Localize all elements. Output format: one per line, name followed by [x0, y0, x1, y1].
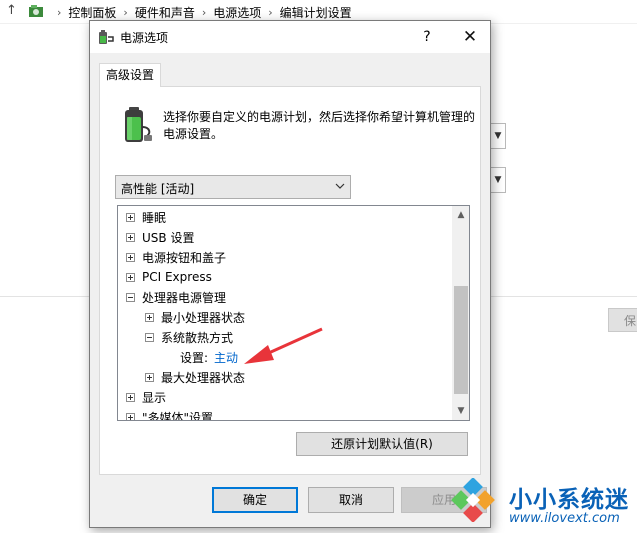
background-dropdown[interactable]: ▼: [490, 123, 506, 149]
tree-item-power-buttons[interactable]: 电源按钮和盖子: [126, 247, 226, 267]
expand-icon[interactable]: [126, 212, 135, 222]
vertical-scrollbar[interactable]: ▲ ▼: [452, 206, 469, 420]
breadcrumb-item[interactable]: 编辑计划设置: [280, 4, 352, 21]
tree-item-usb[interactable]: USB 设置: [126, 227, 194, 247]
watermark-logo-icon: [451, 478, 495, 522]
tree-item-processor-power[interactable]: 处理器电源管理: [126, 287, 226, 307]
expand-icon[interactable]: [126, 412, 135, 420]
restore-defaults-button[interactable]: 还原计划默认值(R): [296, 432, 468, 456]
title-bar[interactable]: 电源选项 ? ✕: [90, 21, 490, 53]
setting-value-link[interactable]: 主动: [214, 349, 238, 366]
tree-item-label: USB 设置: [142, 230, 195, 245]
close-button[interactable]: ✕: [452, 25, 488, 49]
scrollbar-thumb[interactable]: [454, 286, 468, 394]
power-plan-selected: 高性能 [活动]: [121, 182, 195, 196]
ok-button[interactable]: 确定: [212, 487, 298, 513]
setting-label: 设置:: [180, 350, 209, 365]
tree-item-label: 最大处理器状态: [161, 370, 246, 385]
chevron-right-icon: ›: [57, 6, 62, 19]
power-options-icon: [99, 30, 114, 44]
scroll-down-icon[interactable]: ▼: [452, 402, 469, 420]
scroll-up-icon[interactable]: ▲: [452, 206, 469, 224]
background-dropdown[interactable]: ▼: [490, 167, 506, 193]
save-button[interactable]: 保: [608, 308, 637, 332]
breadcrumb-item[interactable]: 电源选项: [213, 4, 261, 21]
tree-item-display[interactable]: 显示: [126, 387, 166, 407]
advanced-settings-panel: 选择你要自定义的电源计划，然后选择你希望计算机管理的电源设置。 高性能 [活动]…: [99, 86, 481, 475]
chevron-down-icon: ▼: [494, 131, 502, 141]
tree-item-pci-express[interactable]: PCI Express: [126, 267, 212, 287]
chevron-down-icon: [335, 183, 345, 189]
control-panel-icon: [29, 5, 43, 17]
watermark: 小小系统迷 www.ilovext.com: [447, 474, 637, 533]
tree-item-sleep[interactable]: 睡眠: [126, 207, 166, 227]
tree-item-label: 显示: [142, 390, 167, 405]
breadcrumb: › 控制面板 › 硬件和声音 › 电源选项 › 编辑计划设置: [50, 4, 352, 21]
tree-item-label: "多媒体"设置: [142, 410, 214, 421]
chevron-right-icon: ›: [268, 6, 273, 19]
description-text: 选择你要自定义的电源计划，然后选择你希望计算机管理的电源设置。: [163, 110, 476, 141]
tab-advanced-settings[interactable]: 高级设置: [99, 63, 161, 87]
expand-icon[interactable]: [126, 272, 135, 282]
breadcrumb-item[interactable]: 控制面板: [68, 4, 116, 21]
collapse-icon[interactable]: [126, 292, 135, 302]
settings-tree[interactable]: 睡眠 USB 设置 电源按钮和盖子 PCI Express 处理器电源管理 最小…: [117, 205, 470, 421]
tree-item-label: PCI Express: [142, 270, 212, 284]
tree-item-label: 最小处理器状态: [161, 310, 246, 325]
tree-item-setting[interactable]: 设置: 主动: [180, 347, 238, 367]
chevron-right-icon: ›: [123, 6, 128, 19]
tree-item-label: 电源按钮和盖子: [142, 250, 227, 265]
tree-item-label: 系统散热方式: [161, 330, 234, 345]
tree-item-min-processor-state[interactable]: 最小处理器状态: [145, 307, 245, 327]
expand-icon[interactable]: [126, 232, 135, 242]
expand-icon[interactable]: [145, 312, 154, 322]
power-options-dialog: 电源选项 ? ✕ 高级设置 选择你要自定义的电源计划，然后选择你希望计算机管理的…: [89, 20, 491, 528]
chevron-down-icon: ▼: [494, 175, 502, 185]
collapse-icon[interactable]: [145, 332, 154, 342]
cancel-button[interactable]: 取消: [308, 487, 394, 513]
expand-icon[interactable]: [126, 252, 135, 262]
dialog-title: 电源选项: [120, 31, 169, 45]
help-button[interactable]: ?: [412, 25, 442, 49]
tree-item-cooling-policy[interactable]: 系统散热方式: [145, 327, 233, 347]
tree-item-max-processor-state[interactable]: 最大处理器状态: [145, 367, 245, 387]
battery-plug-icon: [125, 107, 152, 142]
watermark-title: 小小系统迷: [509, 487, 629, 513]
chevron-right-icon: ›: [201, 6, 207, 19]
power-plan-select[interactable]: 高性能 [活动]: [115, 175, 351, 199]
expand-icon[interactable]: [145, 372, 154, 382]
tree-item-label: 处理器电源管理: [142, 290, 227, 305]
tree-item-multimedia[interactable]: "多媒体"设置: [126, 407, 214, 421]
up-arrow-icon[interactable]: ↑: [6, 3, 17, 18]
tree-item-label: 睡眠: [142, 210, 167, 225]
breadcrumb-item[interactable]: 硬件和声音: [135, 4, 195, 21]
expand-icon[interactable]: [126, 392, 135, 402]
watermark-url: www.ilovext.com: [509, 511, 620, 526]
